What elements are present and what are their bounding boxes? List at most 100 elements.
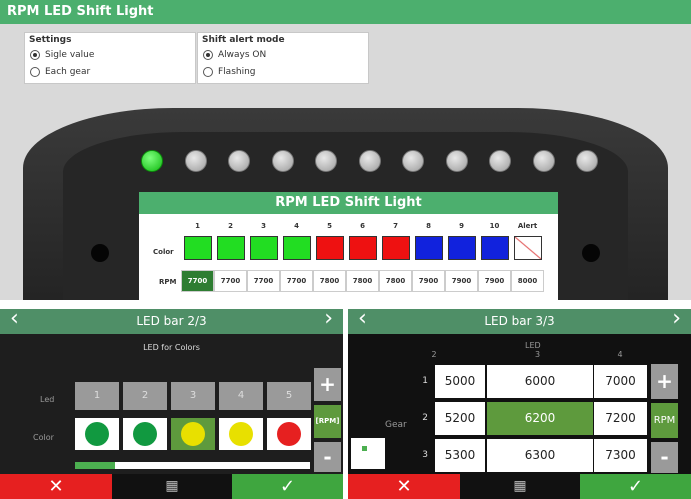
color-dot-icon [133, 422, 157, 446]
screen-led-number: 9 [459, 222, 464, 230]
screen-rpm-cell[interactable]: 8000 [511, 270, 544, 292]
rpm-cell[interactable]: 6000 [487, 365, 593, 398]
screen-led-color-10[interactable] [480, 236, 509, 260]
gear-row-label: 2 [422, 413, 428, 423]
screen-rpm-cell[interactable]: 7900 [478, 270, 511, 292]
screen-led-number: 2 [228, 222, 233, 230]
corner-marker-icon [362, 446, 367, 451]
screen-led-color-3[interactable] [249, 236, 278, 260]
rpm-cell[interactable]: 6200 [487, 402, 593, 435]
plus-button[interactable]: + [651, 364, 678, 399]
chevron-left-icon[interactable]: ‹ [358, 306, 367, 331]
rpm-cell[interactable]: 5300 [435, 439, 485, 472]
pane-header: ‹ LED bar 2/3 › [0, 306, 343, 334]
cancel-button[interactable]: ✕ [348, 474, 460, 499]
screen-rpm-cell[interactable]: 7700 [280, 270, 313, 292]
menu-grid-button[interactable]: ▦ [460, 474, 580, 499]
screen-led-number: 6 [360, 222, 365, 230]
screen-rpm-cell[interactable]: 7900 [412, 270, 445, 292]
rpm-cell[interactable]: 6300 [487, 439, 593, 472]
screen-led-number: Alert [517, 222, 538, 230]
radio-label: Sigle value [45, 50, 95, 60]
device-led-1 [141, 150, 163, 172]
color-dot-icon [277, 422, 301, 446]
action-bar: ✕ ▦ ✓ [0, 474, 343, 499]
screen-led-color-2[interactable] [216, 236, 245, 260]
rpm-cell[interactable]: 7200 [594, 402, 647, 435]
progress-fill [75, 462, 115, 469]
device-led-11 [576, 150, 598, 172]
led-color-cell[interactable] [171, 418, 215, 450]
rpm-cell[interactable]: 7000 [594, 365, 647, 398]
config-panel: RPM LED Shift Light Settings Sigle value… [0, 0, 691, 300]
rpm-unit-button[interactable]: [RPM] [314, 405, 341, 438]
screen-led-color-7[interactable] [381, 236, 410, 260]
led-color-cell[interactable] [123, 418, 167, 450]
pane-title: LED bar 3/3 [484, 314, 555, 328]
led-number-cell[interactable]: 3 [171, 382, 215, 410]
minus-button[interactable]: - [651, 442, 678, 473]
screen-led-number: 1 [195, 222, 200, 230]
screen-led-color-1[interactable] [183, 236, 212, 260]
device-led-9 [489, 150, 511, 172]
menu-grid-button[interactable]: ▦ [112, 474, 232, 499]
rpm-cell[interactable]: 5000 [435, 365, 485, 398]
screen-rpm-cell[interactable]: 7700 [181, 270, 214, 292]
settings-group: Settings Sigle value Each gear [24, 32, 196, 84]
minus-button[interactable]: - [314, 442, 341, 472]
rpm-cell[interactable]: 7300 [594, 439, 647, 472]
screen-rpm-cell[interactable]: 7700 [247, 270, 280, 292]
confirm-button[interactable]: ✓ [232, 474, 343, 499]
screen-led-number: 4 [294, 222, 299, 230]
alert-mode-group: Shift alert mode Always ON Flashing [197, 32, 369, 84]
led-label: Led [40, 395, 55, 404]
screen-rpm-cell[interactable]: 7900 [445, 270, 478, 292]
screen-color-row [181, 236, 544, 260]
screen-rpm-cell[interactable]: 7800 [379, 270, 412, 292]
screen-led-color-6[interactable] [348, 236, 377, 260]
cancel-button[interactable]: ✕ [0, 474, 112, 499]
radio-off-icon [203, 67, 213, 77]
gear-row-label: 1 [422, 376, 428, 386]
radio-each-gear[interactable]: Each gear [30, 67, 90, 77]
radio-always-on[interactable]: Always ON [203, 50, 266, 60]
pane-subtitle: LED for Colors [143, 343, 200, 352]
led-color-cell[interactable] [219, 418, 263, 450]
led-number-cell[interactable]: 1 [75, 382, 119, 410]
led-number-cell[interactable]: 5 [267, 382, 311, 410]
screen-rpm-cell[interactable]: 7700 [214, 270, 247, 292]
led-color-cell[interactable] [75, 418, 119, 450]
screen-led-color-8[interactable] [414, 236, 443, 260]
settings-title: Settings [29, 35, 72, 45]
rpm-cell[interactable]: 5200 [435, 402, 485, 435]
chevron-right-icon[interactable]: › [324, 306, 333, 331]
alert-color-none-icon[interactable] [513, 236, 542, 260]
screen-rpm-cell[interactable]: 7800 [346, 270, 379, 292]
led-color-cell[interactable] [267, 418, 311, 450]
device-screen: RPM LED Shift Light Color RPM 1234567891… [139, 192, 558, 300]
window-title: RPM LED Shift Light [0, 0, 691, 24]
device-led-3 [228, 150, 250, 172]
device-led-7 [402, 150, 424, 172]
pane-body: LED 234 Gear 1 5000 6000 7000 2 5200 6200 7200 3… [348, 334, 691, 474]
plus-button[interactable]: + [314, 368, 341, 401]
screen-color-label: Color [153, 248, 174, 256]
app-root: RPM LED Shift Light Settings Sigle value… [0, 0, 691, 499]
chevron-left-icon[interactable]: ‹ [10, 306, 19, 331]
screen-rpm-cell[interactable]: 7800 [313, 270, 346, 292]
screw-left-icon [91, 244, 109, 262]
rpm-unit-button[interactable]: RPM [651, 403, 678, 438]
confirm-button[interactable]: ✓ [580, 474, 691, 499]
device-led-6 [358, 150, 381, 172]
led-number-cell[interactable]: 4 [219, 382, 263, 410]
led-number-cell[interactable]: 2 [123, 382, 167, 410]
screen-led-color-4[interactable] [282, 236, 311, 260]
radio-flashing[interactable]: Flashing [203, 67, 256, 77]
screen-led-color-5[interactable] [315, 236, 344, 260]
chevron-right-icon[interactable]: › [672, 306, 681, 331]
radio-single-value[interactable]: Sigle value [30, 50, 94, 60]
color-dot-icon [85, 422, 109, 446]
screen-led-color-9[interactable] [447, 236, 476, 260]
alert-mode-title: Shift alert mode [202, 35, 285, 45]
corner-cell [351, 438, 385, 469]
